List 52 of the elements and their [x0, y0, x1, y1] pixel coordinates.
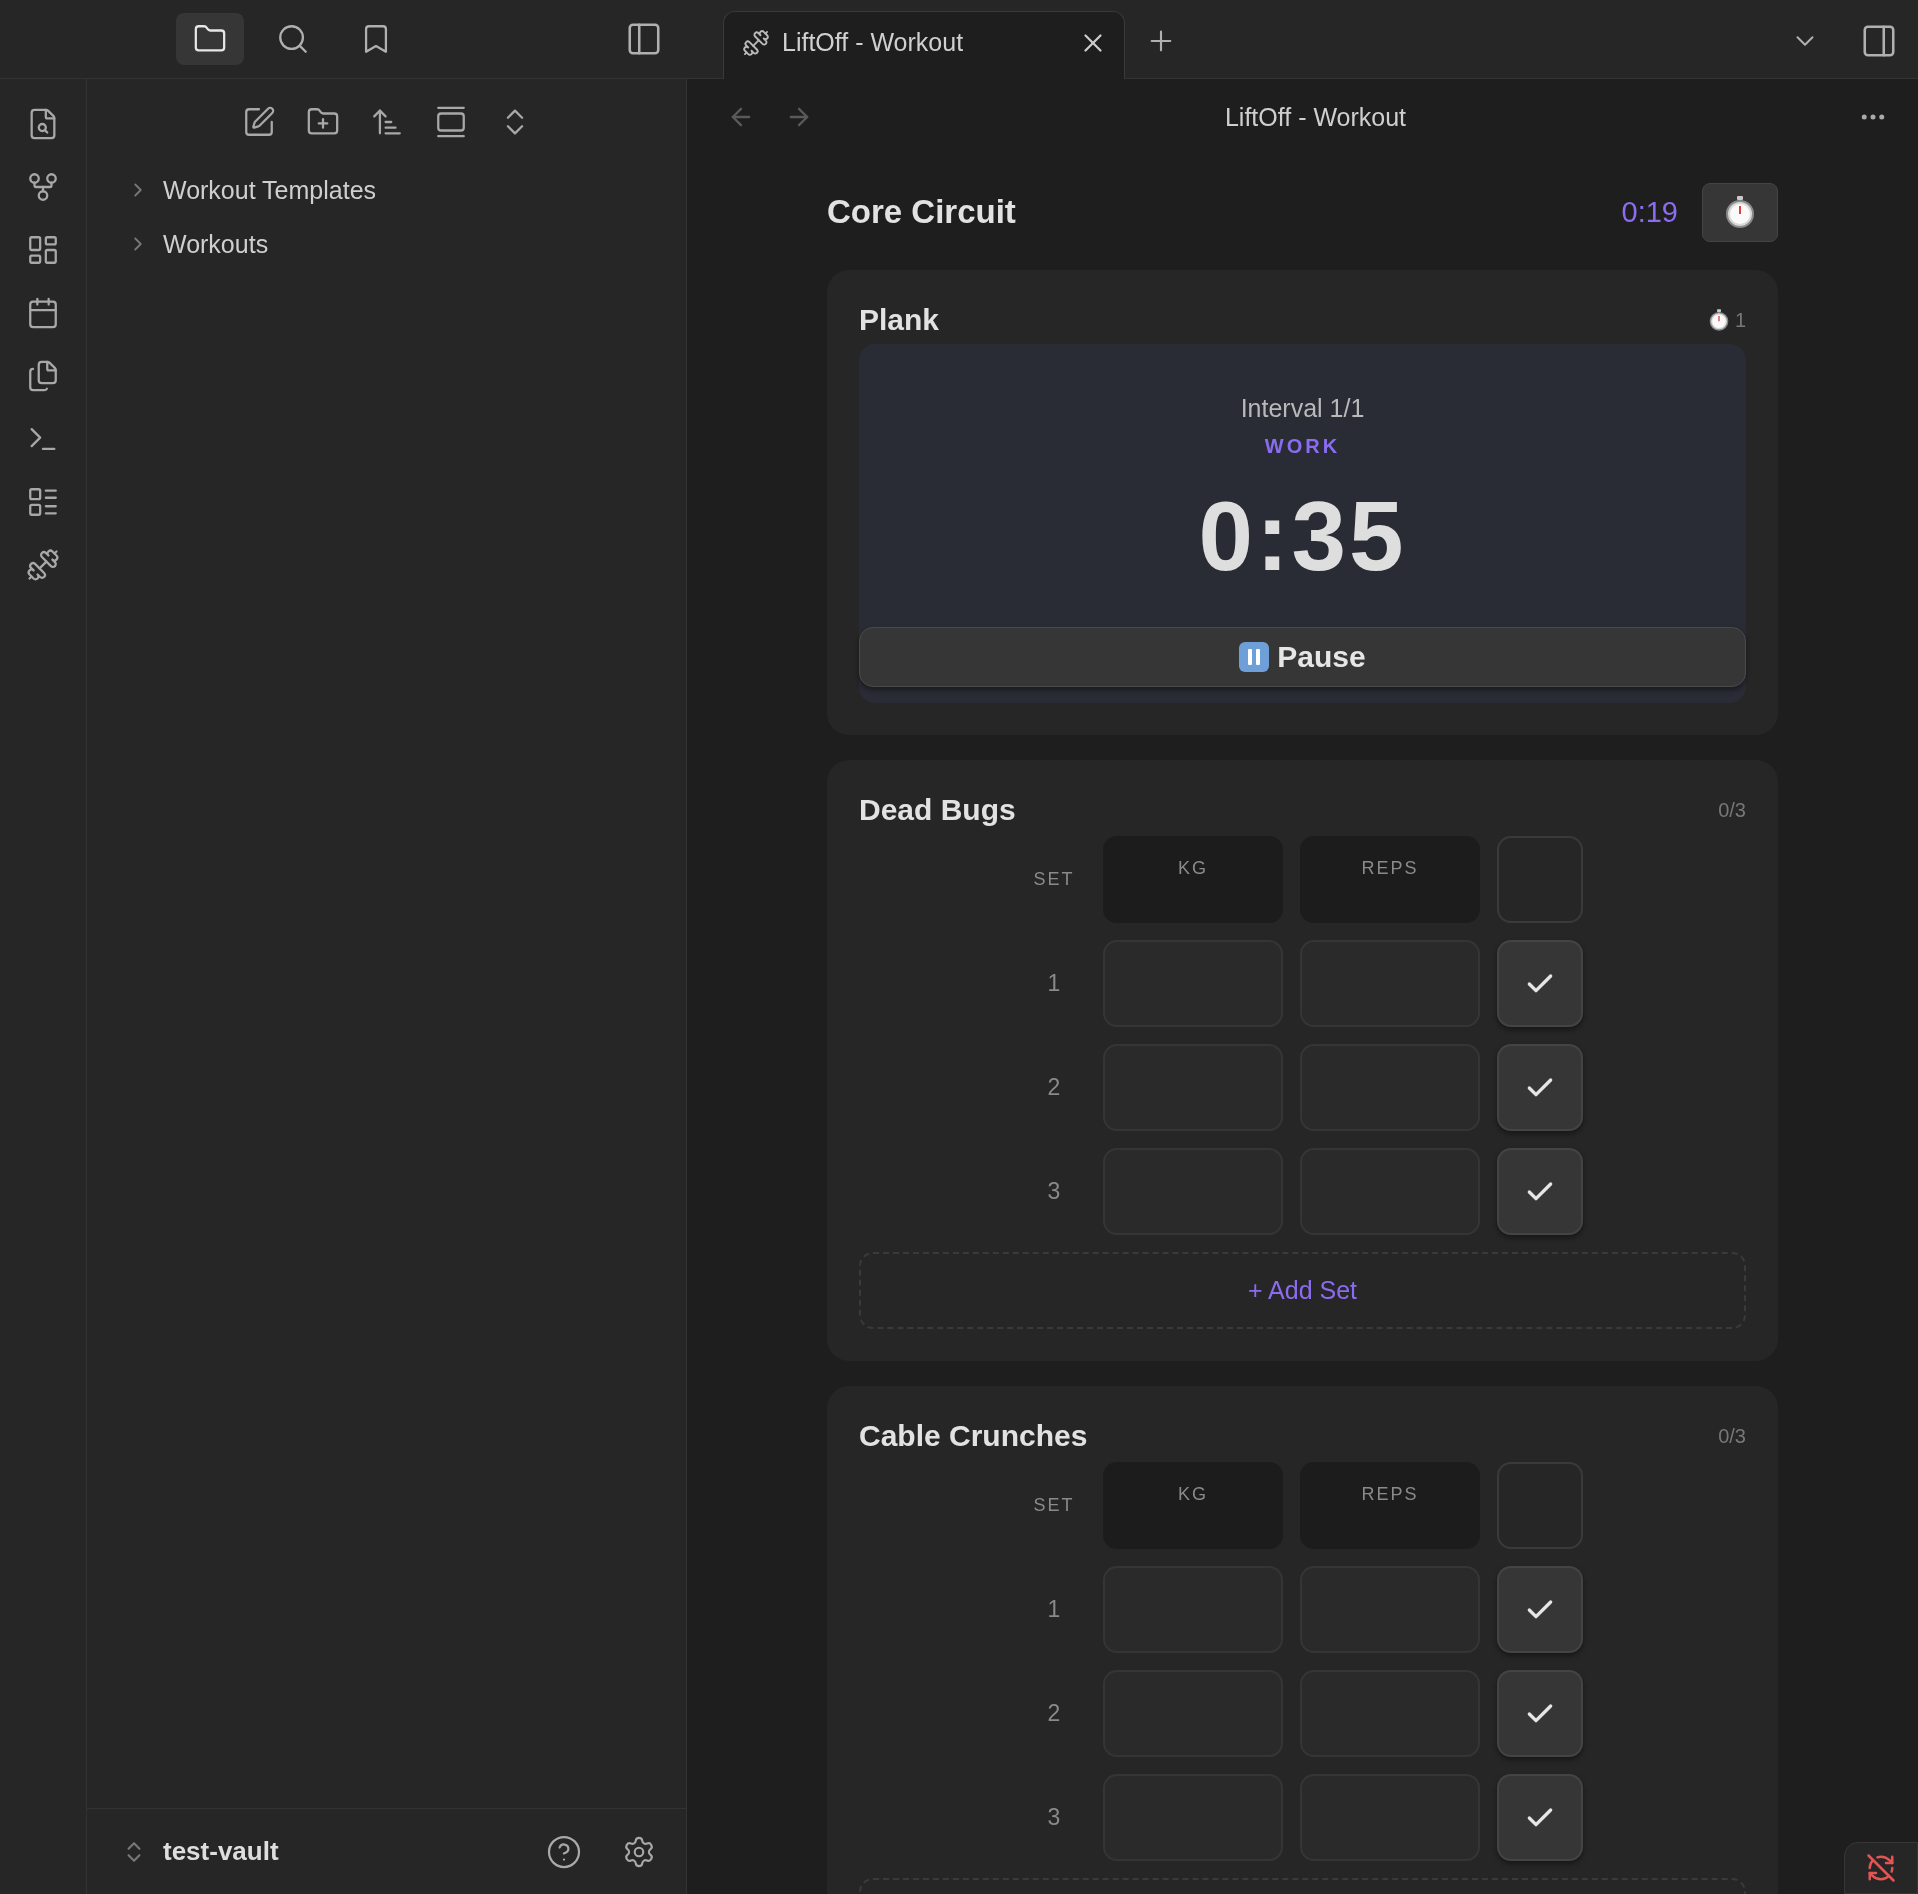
editor-tab[interactable]: LiftOff - Workout: [723, 11, 1125, 79]
dumbbell-icon: [742, 28, 770, 57]
files-icon[interactable]: [26, 359, 60, 393]
interval-label: Interval 1/1: [1240, 394, 1365, 423]
sidebar-toggle-icon[interactable]: [1860, 22, 1898, 60]
exercise-title: Plank: [859, 303, 940, 337]
set-number: 1: [1046, 969, 1062, 998]
column-header: REPS: [1300, 1462, 1480, 1549]
timer-button[interactable]: [1702, 182, 1778, 242]
set-number: 2: [1046, 1073, 1062, 1102]
sidebar-toggle-icon[interactable]: [625, 20, 663, 58]
sidebar-tab[interactable]: [176, 13, 244, 65]
calendar-icon[interactable]: [26, 296, 60, 330]
help-icon[interactable]: [546, 1833, 582, 1870]
view-title: LiftOff - Workout: [1223, 102, 1408, 132]
sync-off-icon: [1866, 1853, 1896, 1883]
pause-button[interactable]: Pause: [859, 627, 1746, 687]
column-header: SET: [1032, 1494, 1076, 1517]
tab-title: LiftOff - Workout: [782, 28, 965, 57]
set-progress: 0/3: [1718, 798, 1746, 822]
folder-item[interactable]: Workouts: [127, 221, 686, 267]
exercise-title: Dead Bugs: [859, 793, 1016, 827]
settings-icon[interactable]: [622, 1834, 656, 1869]
list-icon[interactable]: [26, 485, 60, 519]
set-number: 1: [1046, 1595, 1062, 1624]
dumbbell-icon[interactable]: [26, 548, 60, 582]
column-header: REPS: [1300, 836, 1480, 923]
set-number: 3: [1046, 1177, 1062, 1206]
countdown-timer: 0:35: [1198, 480, 1407, 593]
stopwatch-icon: [1725, 196, 1755, 228]
folder-name: Workout Templates: [163, 175, 377, 205]
workout-title: Core Circuit: [827, 193, 1017, 231]
vault-name[interactable]: test-vault: [163, 1836, 530, 1867]
sync-status[interactable]: [1844, 1842, 1918, 1894]
dashboard-icon[interactable]: [26, 233, 60, 267]
set-number: 3: [1046, 1803, 1062, 1832]
folder-name: Workouts: [163, 229, 269, 259]
interval-count: 1: [1734, 308, 1746, 332]
graph-icon[interactable]: [26, 170, 60, 204]
set-progress: 0/3: [1718, 1424, 1746, 1448]
search-icon: [276, 22, 310, 56]
folder-item[interactable]: Workout Templates: [127, 167, 686, 213]
add-set-button[interactable]: + Add Set: [859, 1252, 1746, 1329]
elapsed-time: 0:19: [1621, 195, 1678, 229]
column-header: SET: [1032, 868, 1076, 891]
column-header: KG: [1103, 836, 1283, 923]
phase-label: WORK: [1264, 435, 1341, 458]
set-number: 2: [1046, 1699, 1062, 1728]
pause-icon: [1239, 642, 1270, 672]
exercise-title: Cable Crunches: [859, 1419, 1088, 1453]
stopwatch-icon: [1708, 309, 1729, 331]
column-header: KG: [1103, 1462, 1283, 1549]
